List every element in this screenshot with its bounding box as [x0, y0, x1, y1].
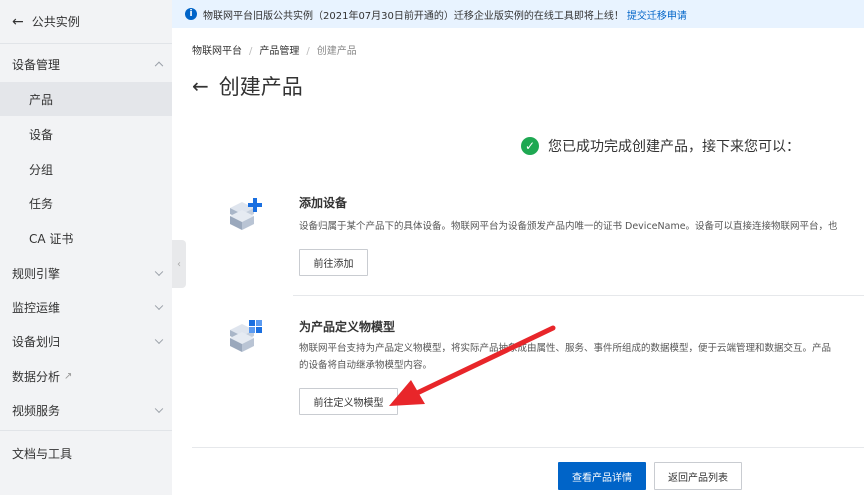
thing-model-icon: [230, 320, 262, 352]
sidebar-item-label: 分组: [29, 162, 54, 177]
go-define-thing-model-button[interactable]: 前往定义物模型: [299, 388, 398, 415]
check-circle-icon: ✓: [521, 137, 539, 155]
chevron-up-icon: [154, 61, 164, 71]
external-link-icon: ↗: [64, 370, 73, 382]
step-description: 的设备将自动继承物模型内容。: [299, 360, 433, 371]
go-add-device-button[interactable]: 前往添加: [299, 249, 368, 276]
notice-banner: i 物联网平台旧版公共实例（2021年07月30日前开通的）迁移企业版实例的在线…: [172, 0, 864, 28]
sidebar-item-device-management[interactable]: 设备管理: [0, 47, 172, 81]
success-message: ✓ 您已成功完成创建产品，接下来您可以：: [521, 136, 800, 156]
chevron-down-icon: [154, 301, 164, 311]
sidebar-item-label: 设备管理: [12, 57, 61, 72]
step-title: 为产品定义物模型: [299, 320, 396, 334]
chevron-down-icon: [154, 267, 164, 277]
sidebar-back-label: 公共实例: [31, 15, 80, 29]
annotation-arrow-icon: [389, 325, 556, 406]
sidebar-item-ca-cert[interactable]: CA 证书: [0, 221, 172, 255]
sidebar-item-device[interactable]: 设备: [0, 117, 172, 151]
sidebar: ← 公共实例 设备管理 产品 设备 分组 任务 CA 证书 规则引擎 监控运维 …: [0, 0, 172, 495]
sidebar-item-label: 数据分析: [12, 369, 61, 384]
step-title: 添加设备: [299, 196, 348, 210]
banner-link[interactable]: 提交迁移申请: [627, 7, 687, 22]
breadcrumb-separator: /: [306, 46, 310, 57]
sidebar-item-docs-tools[interactable]: 文档与工具: [0, 436, 172, 470]
breadcrumb-item[interactable]: 物联网平台: [192, 46, 242, 57]
sidebar-item-monitoring[interactable]: 监控运维: [0, 290, 172, 324]
sidebar-item-label: 监控运维: [12, 300, 61, 315]
arrow-left-icon: ←: [12, 13, 24, 30]
sidebar-item-task[interactable]: 任务: [0, 186, 172, 220]
back-to-product-list-button[interactable]: 返回产品列表: [654, 462, 742, 490]
sidebar-item-product[interactable]: 产品: [0, 82, 172, 116]
sidebar-item-label: 产品: [29, 92, 54, 107]
back-arrow-icon[interactable]: ←: [192, 74, 209, 98]
page-title: 创建产品: [218, 75, 303, 99]
sidebar-item-rule-engine[interactable]: 规则引擎: [0, 256, 172, 290]
chevron-down-icon: [154, 404, 164, 414]
sidebar-collapse-toggle[interactable]: ‹: [172, 240, 186, 288]
breadcrumb-separator: /: [249, 46, 253, 57]
success-text: 您已成功完成创建产品，接下来您可以：: [548, 139, 800, 155]
sidebar-item-label: 设备划归: [12, 334, 61, 349]
sidebar-item-data-analysis[interactable]: 数据分析 ↗: [0, 359, 172, 393]
step-description: 设备归属于某个产品下的具体设备。物联网平台为设备颁发产品内唯一的证书 Devic…: [299, 221, 838, 232]
page-header: ← 创建产品: [192, 71, 303, 101]
sidebar-item-label: 视频服务: [12, 403, 61, 418]
sidebar-item-label: 设备: [29, 127, 54, 142]
banner-text: 物联网平台旧版公共实例（2021年07月30日前开通的）迁移企业版实例的在线工具…: [203, 10, 624, 22]
chevron-down-icon: [154, 335, 164, 345]
section-divider: [293, 295, 864, 296]
chevron-left-icon: ‹: [177, 258, 181, 270]
back-to-public-instance[interactable]: ← 公共实例: [0, 0, 172, 44]
sidebar-item-group[interactable]: 分组: [0, 152, 172, 186]
sidebar-divider: [0, 430, 172, 431]
sidebar-item-label: CA 证书: [29, 231, 74, 246]
sidebar-item-label: 任务: [29, 196, 54, 211]
add-device-icon: [230, 198, 262, 230]
info-icon: i: [185, 8, 197, 20]
sidebar-item-label: 规则引擎: [12, 266, 61, 281]
view-product-details-button[interactable]: 查看产品详情: [558, 462, 646, 490]
footer-divider: [192, 447, 864, 448]
sidebar-item-device-assignment[interactable]: 设备划归: [0, 324, 172, 358]
breadcrumb-item[interactable]: 产品管理: [259, 46, 299, 57]
sidebar-item-video-service[interactable]: 视频服务: [0, 393, 172, 427]
breadcrumb: 物联网平台 / 产品管理 / 创建产品: [192, 42, 357, 57]
breadcrumb-current: 创建产品: [316, 46, 357, 57]
sidebar-item-label: 文档与工具: [12, 446, 73, 461]
step-description: 物联网平台支持为产品定义物模型，将实际产品抽象成由属性、服务、事件所组成的数据模…: [299, 343, 832, 354]
